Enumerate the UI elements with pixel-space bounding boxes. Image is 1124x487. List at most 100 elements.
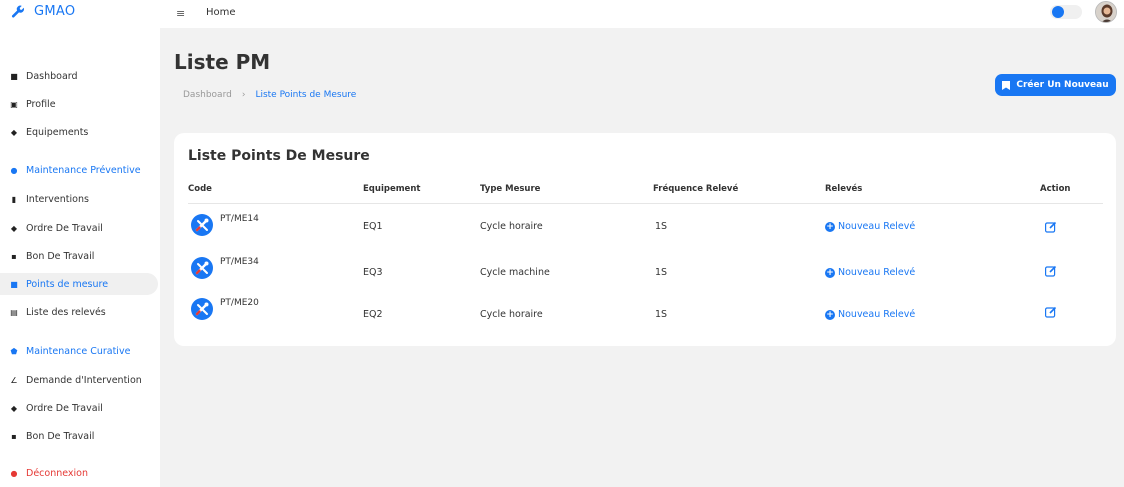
sidebar-item-bon-de-travail[interactable]: ▪ Bon De Travail <box>0 245 158 267</box>
avatar[interactable] <box>1095 1 1117 23</box>
new-releve-label: Nouveau Relevé <box>838 221 916 232</box>
sidebar-item-label: Liste des relevés <box>26 306 106 318</box>
point-code: PT/ME14 <box>220 214 259 224</box>
sidebar-item-label: Maintenance Préventive <box>26 164 141 176</box>
profile-icon: ▣ <box>10 99 18 109</box>
column-header-frequence: Fréquence Relevé <box>653 184 739 194</box>
logout-icon: ● <box>10 468 18 478</box>
sidebar: ■ Dashboard ▣ Profile ◆ Equipements ● Ma… <box>0 28 160 487</box>
type-mesure-cell: Cycle horaire <box>480 309 543 320</box>
table-title: Liste Points De Mesure <box>188 148 370 164</box>
top-bar: GMAO ≡ Home <box>0 0 1124 28</box>
page-title: Liste PM <box>174 50 271 74</box>
sidebar-item-label: Equipements <box>26 126 89 138</box>
sidebar-item-label: Points de mesure <box>26 278 109 290</box>
tools-icon <box>191 298 213 320</box>
column-header-action: Action <box>1040 184 1071 194</box>
equipement-cell: EQ1 <box>363 221 383 232</box>
document-icon: ▪ <box>11 431 17 441</box>
type-mesure-cell: Cycle horaire <box>480 221 543 232</box>
sidebar-item-logout[interactable]: ● Déconnexion <box>0 462 158 484</box>
sidebar-item-label: Ordre De Travail <box>26 402 103 414</box>
avatar-image <box>1096 2 1116 22</box>
points-table-card: Liste Points De Mesure Code Equipement T… <box>174 133 1116 346</box>
sidebar-item-ordre-de-travail-2[interactable]: ◆ Ordre De Travail <box>0 397 158 419</box>
document-icon: ▪ <box>11 251 17 261</box>
table-row: PT/ME20 EQ2 Cycle horaire 1S + Nouveau R… <box>174 293 1116 339</box>
sidebar-item-interventions[interactable]: ▮ Interventions <box>0 188 158 210</box>
tools-icon <box>191 257 213 279</box>
sidebar-section-maintenance-preventive[interactable]: ● Maintenance Préventive <box>0 159 158 181</box>
theme-toggle[interactable] <box>1050 5 1082 19</box>
wrench-icon <box>11 5 24 18</box>
new-releve-link[interactable]: + Nouveau Relevé <box>825 309 915 320</box>
sidebar-item-label: Interventions <box>26 193 89 205</box>
sidebar-item-label: Maintenance Curative <box>26 345 131 357</box>
home-breadcrumb[interactable]: Home <box>206 7 236 18</box>
create-new-button[interactable]: Créer Un Nouveau <box>995 74 1116 96</box>
brand[interactable]: GMAO <box>11 4 75 19</box>
create-new-label: Créer Un Nouveau <box>1016 80 1109 90</box>
sidebar-item-label: Ordre De Travail <box>26 222 103 234</box>
breadcrumb-dashboard[interactable]: Dashboard <box>183 90 232 100</box>
type-mesure-cell: Cycle machine <box>480 267 550 278</box>
sidebar-item-bon-de-travail-2[interactable]: ▪ Bon De Travail <box>0 425 158 447</box>
sidebar-item-dashboard[interactable]: ■ Dashboard <box>0 65 158 87</box>
sidebar-item-points-de-mesure[interactable]: ■ Points de mesure <box>0 273 158 295</box>
circle-icon: ● <box>10 165 18 175</box>
column-header-releves: Relevés <box>825 184 863 194</box>
frequence-cell: 1S <box>655 309 668 320</box>
sidebar-item-ordre-de-travail[interactable]: ◆ Ordre De Travail <box>0 217 158 239</box>
point-code: PT/ME20 <box>220 298 259 308</box>
new-releve-link[interactable]: + Nouveau Relevé <box>825 267 915 278</box>
plus-circle-icon: + <box>825 267 835 278</box>
plus-circle-icon: + <box>825 309 835 320</box>
frequence-cell: 1S <box>655 267 668 278</box>
diamond-icon: ◆ <box>10 403 18 413</box>
edit-icon[interactable] <box>1045 221 1057 233</box>
column-header-type-mesure: Type Mesure <box>480 184 541 194</box>
clipboard-icon: ▮ <box>11 194 17 204</box>
new-releve-link[interactable]: + Nouveau Relevé <box>825 221 915 232</box>
hamburger-icon[interactable]: ≡ <box>176 7 185 20</box>
list-icon: ▤ <box>10 307 18 317</box>
app-title: GMAO <box>34 4 76 19</box>
pen-icon: ∠ <box>10 375 18 385</box>
sidebar-item-label: Demande d'Intervention <box>26 374 142 386</box>
breadcrumb-current: Liste Points de Mesure <box>255 90 357 100</box>
equipement-cell: EQ3 <box>363 267 383 278</box>
sidebar-item-equipements[interactable]: ◆ Equipements <box>0 121 158 143</box>
sidebar-item-label: Profile <box>26 98 56 110</box>
sidebar-item-label: Bon De Travail <box>26 250 95 262</box>
toggle-knob <box>1052 6 1064 18</box>
doc-icon: ■ <box>10 279 18 289</box>
column-header-code: Code <box>188 184 212 194</box>
equipement-cell: EQ2 <box>363 309 383 320</box>
edit-icon[interactable] <box>1045 306 1057 318</box>
plus-circle-icon: + <box>825 221 835 232</box>
equipment-icon: ◆ <box>10 127 18 137</box>
tools-icon <box>191 214 213 236</box>
column-header-equipement: Equipement <box>363 184 421 194</box>
new-releve-label: Nouveau Relevé <box>838 309 916 320</box>
sidebar-item-profile[interactable]: ▣ Profile <box>0 93 158 115</box>
table-row: PT/ME14 EQ1 Cycle horaire 1S + Nouveau R… <box>174 205 1116 251</box>
breadcrumb: Dashboard › Liste Points de Mesure <box>183 90 356 100</box>
bookmark-icon <box>1002 80 1011 90</box>
edit-icon[interactable] <box>1045 265 1057 277</box>
breadcrumb-separator: › <box>241 90 246 100</box>
sidebar-item-label: Déconnexion <box>26 467 89 479</box>
table-row: PT/ME34 EQ3 Cycle machine 1S + Nouveau R… <box>174 251 1116 297</box>
sidebar-item-liste-des-releves[interactable]: ▤ Liste des relevés <box>0 301 158 323</box>
sidebar-item-label: Dashboard <box>26 70 78 82</box>
point-code: PT/ME34 <box>220 257 259 267</box>
sidebar-item-label: Bon De Travail <box>26 430 95 442</box>
header-divider <box>188 203 1103 204</box>
frequence-cell: 1S <box>655 221 668 232</box>
new-releve-label: Nouveau Relevé <box>838 267 916 278</box>
sidebar-item-demande-intervention[interactable]: ∠ Demande d'Intervention <box>0 369 158 391</box>
dashboard-icon: ■ <box>10 71 18 81</box>
diamond-icon: ◆ <box>10 223 18 233</box>
sidebar-section-maintenance-curative[interactable]: ⬟ Maintenance Curative <box>0 340 158 362</box>
shield-icon: ⬟ <box>10 346 18 356</box>
